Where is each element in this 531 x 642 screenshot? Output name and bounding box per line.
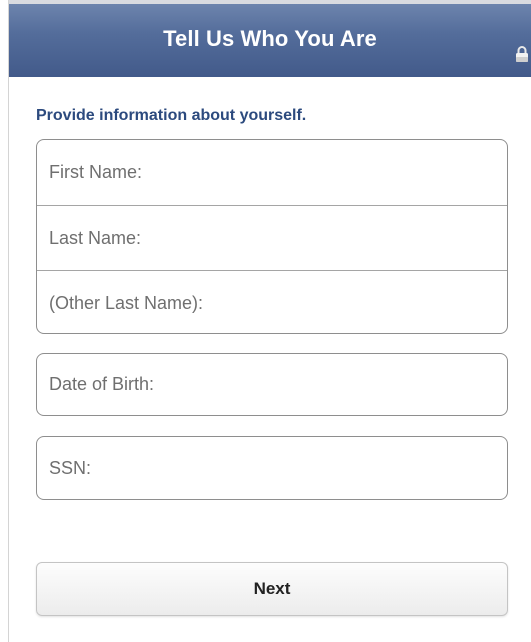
page-title: Tell Us Who You Are [163, 26, 377, 51]
first-name-row [37, 140, 507, 205]
ssn-field[interactable] [37, 437, 507, 499]
app-frame: Tell Us Who You Are Provide information … [0, 0, 531, 642]
form-subtitle: Provide information about yourself. [36, 107, 307, 124]
other-last-name-field[interactable] [37, 271, 507, 333]
last-name-row [37, 205, 507, 270]
ssn-group [36, 436, 508, 500]
date-of-birth-group [36, 353, 508, 416]
first-name-field[interactable] [37, 140, 507, 205]
date-of-birth-field[interactable] [37, 354, 507, 415]
last-name-field[interactable] [37, 206, 507, 270]
date-of-birth-row [37, 354, 507, 415]
name-field-group [36, 139, 508, 334]
other-last-name-row [37, 270, 507, 333]
header-bar: Tell Us Who You Are [9, 0, 531, 77]
ssn-row [37, 437, 507, 499]
next-button[interactable]: Next [36, 562, 508, 616]
left-border [8, 0, 9, 642]
lock-icon [516, 46, 528, 62]
